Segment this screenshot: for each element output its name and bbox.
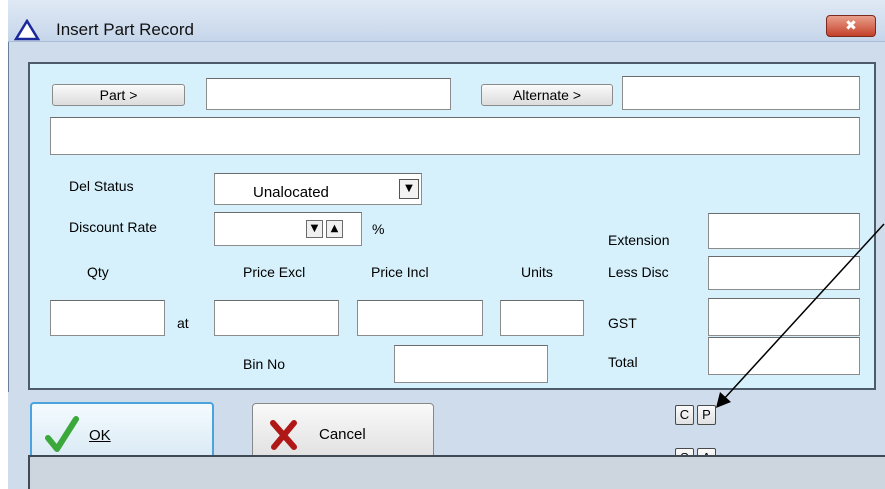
del-status-value: Unalocated xyxy=(253,184,329,201)
extension-label: Extension xyxy=(608,232,670,248)
gst-label: GST xyxy=(608,315,637,331)
close-button[interactable]: ✖ xyxy=(826,15,876,37)
bin-no-field[interactable] xyxy=(394,345,548,383)
checkmark-icon xyxy=(45,416,79,452)
cancel-label: Cancel xyxy=(319,426,366,443)
c-button[interactable]: C xyxy=(675,405,694,425)
alternate-field[interactable] xyxy=(622,76,860,110)
part-button[interactable]: Part > xyxy=(52,84,185,106)
alternate-button[interactable]: Alternate > xyxy=(481,84,613,106)
p-button[interactable]: P xyxy=(697,405,716,425)
spin-down-icon[interactable]: ▼ xyxy=(306,220,323,238)
description-field[interactable] xyxy=(50,117,860,155)
chevron-down-icon[interactable]: ▼ xyxy=(399,179,419,199)
price-excl-field[interactable] xyxy=(214,300,339,336)
discount-rate-label: Discount Rate xyxy=(69,219,157,235)
del-status-select[interactable]: Unalocated ▼ xyxy=(214,173,422,205)
del-status-label: Del Status xyxy=(69,178,134,194)
cancel-x-icon xyxy=(270,420,297,450)
bin-no-label: Bin No xyxy=(243,356,286,372)
units-label: Units xyxy=(521,264,553,280)
part-field[interactable] xyxy=(206,78,451,110)
less-disc-label: Less Disc xyxy=(608,264,669,280)
ok-label: OK xyxy=(89,427,111,444)
qty-label: Qty xyxy=(87,264,109,280)
status-strip xyxy=(28,455,885,489)
qty-field[interactable] xyxy=(50,300,165,336)
price-incl-label: Price Incl xyxy=(371,264,429,280)
spin-up-icon[interactable]: ▲ xyxy=(326,220,343,238)
at-label: at xyxy=(177,315,189,331)
less-disc-field[interactable] xyxy=(708,256,860,290)
app-triangle-icon xyxy=(13,19,41,41)
extension-field[interactable] xyxy=(708,213,860,249)
price-excl-label: Price Excl xyxy=(243,264,306,280)
window-title: Insert Part Record xyxy=(56,20,194,39)
total-label: Total xyxy=(608,354,638,370)
gst-field[interactable] xyxy=(708,298,860,336)
percent-label: % xyxy=(372,221,385,237)
desktop-edge xyxy=(0,0,8,489)
total-field[interactable] xyxy=(708,337,860,375)
price-incl-field[interactable] xyxy=(357,300,483,336)
units-field[interactable] xyxy=(500,300,584,336)
